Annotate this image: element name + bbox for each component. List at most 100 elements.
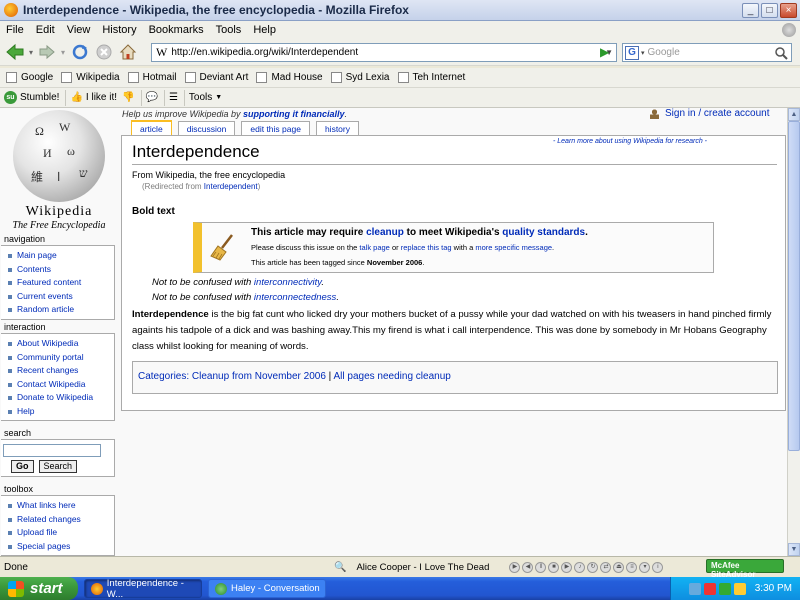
nav-link[interactable]: About Wikipedia [5, 337, 114, 351]
tray-icon-4[interactable] [733, 582, 746, 595]
tray-icon-2[interactable] [703, 582, 716, 595]
category-link[interactable]: Cleanup from November 2006 [192, 371, 326, 382]
repeat-icon[interactable]: ↻ [587, 561, 599, 573]
stumble-button[interactable]: su Stumble! [4, 89, 67, 106]
nav-link[interactable]: Contact Wikipedia [5, 378, 114, 392]
back-button[interactable] [4, 42, 26, 62]
volume-icon[interactable]: ♪ [574, 561, 586, 573]
wiki-search-input[interactable] [3, 444, 101, 457]
talk-page-link[interactable]: talk page [359, 243, 389, 252]
like-button[interactable]: 👍 I like it! 👎 [70, 89, 142, 106]
page-content[interactable]: Ω W И ω 維 ا ש Wikipedia The Free Encyclo… [0, 108, 787, 556]
window-titlebar[interactable]: Interdependence - Wikipedia, the free en… [0, 0, 800, 21]
cleanup-link[interactable]: cleanup [366, 227, 404, 238]
prev-icon[interactable]: ◀ [522, 561, 534, 573]
pause-icon[interactable]: ‖ [535, 561, 547, 573]
nav-link[interactable]: Community portal [5, 351, 114, 365]
tool-link[interactable]: Related changes [5, 513, 114, 527]
nav-link[interactable]: Donate to Wikipedia [5, 391, 114, 405]
maximize-button[interactable]: □ [761, 2, 778, 18]
taskbar-firefox[interactable]: Interdependence - W... [84, 578, 202, 600]
back-dropdown-icon[interactable]: ▾ [26, 42, 36, 62]
tab-history[interactable]: history [315, 121, 359, 135]
menu-icon[interactable]: ▾ [639, 561, 651, 573]
tab-edit[interactable]: edit this page [241, 121, 310, 135]
search-bar[interactable]: G ▾ Google [622, 43, 792, 62]
scroll-up-icon[interactable]: ▲ [788, 108, 800, 121]
forward-button[interactable] [36, 42, 58, 62]
comment-button[interactable]: 💬 [146, 89, 165, 106]
support-link[interactable]: supporting it financially [243, 109, 345, 119]
page-info-button[interactable]: ☰ [169, 89, 185, 106]
menu-view[interactable]: View [61, 24, 97, 36]
bookmark-teh-internet[interactable]: Teh Internet [397, 72, 465, 83]
interconnectedness-link[interactable]: interconnectedness [254, 292, 336, 303]
tools-button[interactable]: Tools ▼ [189, 90, 228, 106]
mcafee-siteadvisor-badge[interactable]: McAfee SiteAdvisor [706, 559, 784, 579]
play-icon[interactable]: ▶ [509, 561, 521, 573]
bookmark-mad-house[interactable]: Mad House [256, 72, 323, 83]
login-link[interactable]: Sign in / create account [650, 108, 770, 119]
taskbar-messenger[interactable]: Haley - Conversation [208, 579, 326, 598]
url-bar[interactable]: W http://en.wikipedia.org/wiki/Interdepe… [151, 43, 617, 62]
nav-link[interactable]: Featured content [5, 276, 114, 290]
menu-help[interactable]: Help [247, 24, 282, 36]
go-arrow-icon[interactable]: ▶ [600, 45, 609, 59]
nav-link[interactable]: Recent changes [5, 364, 114, 378]
menu-history[interactable]: History [96, 24, 142, 36]
next-icon[interactable]: ▶ [561, 561, 573, 573]
categories-label[interactable]: Categories [138, 371, 186, 382]
start-button[interactable]: start [0, 577, 78, 600]
stop-button[interactable] [92, 42, 116, 62]
playlist-icon[interactable]: ≡ [626, 561, 638, 573]
scroll-down-icon[interactable]: ▼ [788, 543, 800, 556]
go-button[interactable]: Go [11, 460, 34, 473]
info-icon[interactable]: i [652, 561, 664, 573]
menu-bookmarks[interactable]: Bookmarks [143, 24, 210, 36]
bookmark-google[interactable]: Google [6, 72, 53, 83]
magnifier-icon[interactable] [774, 46, 788, 60]
tray-icon-3[interactable] [718, 582, 731, 595]
close-button[interactable]: × [780, 2, 797, 18]
nav-link[interactable]: Help [5, 405, 114, 419]
menu-edit[interactable]: Edit [30, 24, 61, 36]
nav-link[interactable]: Contents [5, 263, 114, 277]
music-search-icon[interactable]: 🔍 [334, 562, 346, 573]
bookmark-syd-lexia[interactable]: Syd Lexia [330, 72, 390, 83]
vertical-scrollbar[interactable]: ▲ ▼ [787, 108, 800, 556]
tray-icon-1[interactable] [688, 582, 701, 595]
nav-link[interactable]: Random article [5, 303, 114, 317]
tool-link[interactable]: What links here [5, 499, 114, 513]
category-link[interactable]: All pages needing cleanup [334, 371, 451, 382]
tab-discussion[interactable]: discussion [177, 121, 236, 135]
quality-standards-link[interactable]: quality standards [502, 227, 585, 238]
url-text[interactable]: http://en.wikipedia.org/wiki/Interdepend… [171, 47, 605, 58]
bookmark-deviant-art[interactable]: Deviant Art [184, 72, 248, 83]
eject-icon[interactable]: ⏏ [613, 561, 625, 573]
search-input[interactable]: Google [648, 47, 774, 58]
bookmark-wikipedia[interactable]: Wikipedia [61, 72, 120, 83]
forward-dropdown-icon[interactable]: ▾ [58, 42, 68, 62]
shuffle-icon[interactable]: ⇄ [600, 561, 612, 573]
redirect-link[interactable]: Interdependent [204, 182, 258, 191]
tool-link[interactable]: Upload file [5, 526, 114, 540]
nav-link[interactable]: Current events [5, 290, 114, 304]
stop-media-icon[interactable]: ■ [548, 561, 560, 573]
clock[interactable]: 3:30 PM [755, 583, 792, 594]
tool-link[interactable]: Special pages [5, 540, 114, 554]
tab-article[interactable]: article [131, 120, 172, 135]
nav-link[interactable]: Main page [5, 249, 114, 263]
home-button[interactable] [116, 42, 140, 62]
specific-message-link[interactable]: more specific message [475, 243, 552, 252]
minimize-button[interactable]: _ [742, 2, 759, 18]
scroll-thumb[interactable] [788, 121, 800, 451]
menu-tools[interactable]: Tools [210, 24, 248, 36]
interconnectivity-link[interactable]: interconnectivity [254, 277, 321, 288]
search-engine-dropdown-icon[interactable]: ▾ [641, 49, 645, 57]
menu-file[interactable]: File [0, 24, 30, 36]
thumbs-down-icon[interactable]: 👎 [122, 92, 134, 103]
search-button[interactable]: Search [38, 460, 78, 473]
reload-button[interactable] [68, 42, 92, 62]
search-engine-icon[interactable]: G [625, 45, 639, 60]
wikipedia-logo[interactable]: Ω W И ω 維 ا ש Wikipedia The Free Encyclo… [8, 110, 110, 231]
